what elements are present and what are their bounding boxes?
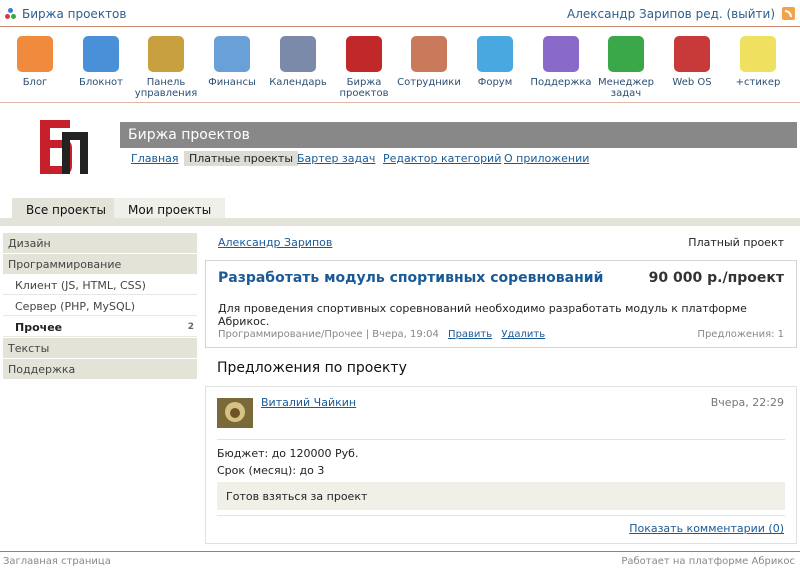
offer-date: Вчера, 22:29 (710, 396, 784, 409)
nav-category-editor[interactable]: Редактор категорий (383, 152, 501, 165)
delete-project-link[interactable]: Удалить (501, 329, 545, 340)
bp-logo-icon (346, 36, 382, 72)
tools-icon (148, 36, 184, 72)
project-title[interactable]: Разработать модуль спортивных соревнован… (218, 270, 603, 286)
app-tools[interactable]: Панель управления (134, 36, 198, 99)
app-label: Панель управления (134, 77, 198, 99)
chart-icon (214, 36, 250, 72)
app-bp-logo[interactable]: Биржа проектов (332, 36, 396, 99)
project-type: Платный проект (688, 236, 784, 249)
category-texts[interactable]: Тексты (3, 338, 197, 358)
offer-user-link[interactable]: Виталий Чайкин (261, 396, 356, 409)
offer-card: Виталий Чайкин Вчера, 22:29 Бюджет: до 1… (205, 386, 797, 544)
help-icon (543, 36, 579, 72)
app-label: Биржа проектов (339, 77, 389, 99)
edit-project-link[interactable]: Править (448, 329, 492, 340)
checklist-icon (608, 36, 644, 72)
sticker-icon (740, 36, 776, 72)
rss-icon[interactable] (782, 7, 795, 20)
app-blogger[interactable]: Блог (3, 36, 67, 88)
project-description: Для проведения спортивных соревнований н… (218, 302, 747, 328)
category-other[interactable]: Прочее 2 (3, 317, 197, 337)
project-author-link[interactable]: Александр Зарипов (218, 236, 332, 249)
app-label: Web OS (672, 77, 712, 88)
avatar[interactable] (217, 398, 253, 428)
people-icon (411, 36, 447, 72)
app-chart[interactable]: Финансы (200, 36, 264, 88)
platform-logo-icon[interactable] (5, 8, 17, 20)
category-count: 2 (187, 322, 194, 332)
app-forum[interactable]: Форум (463, 36, 527, 88)
user-account-link[interactable]: Александр Зарипов ред. (выйти) (567, 7, 775, 21)
notepad-icon (83, 36, 119, 72)
category-support[interactable]: Поддержка (3, 359, 197, 379)
molecule-icon (674, 36, 710, 72)
project-price: 90 000 р./проект (648, 270, 784, 286)
app-notepad[interactable]: Блокнот (69, 36, 133, 88)
category-design[interactable]: Дизайн (3, 233, 197, 253)
category-programming[interactable]: Программирование (3, 254, 197, 274)
app-label: Сотрудники (397, 77, 461, 88)
nav-home[interactable]: Главная (131, 152, 179, 165)
project-card: Разработать модуль спортивных соревнован… (205, 260, 797, 348)
category-label: Поддержка (8, 363, 76, 376)
show-comments-link[interactable]: Показать комментарии (0) (629, 522, 784, 535)
offer-message: Готов взяться за проект (217, 482, 785, 510)
category-label: Сервер (PHP, MySQL) (15, 300, 136, 313)
nav-paid-projects[interactable]: Платные проекты (184, 151, 299, 166)
category-label: Дизайн (8, 237, 51, 250)
category-sidebar: Дизайн Программирование Клиент (JS, HTML… (3, 233, 197, 380)
app-help[interactable]: Поддержка (529, 36, 593, 88)
offers-count: Предложения: 1 (697, 329, 784, 340)
app-label: Поддержка (530, 77, 592, 88)
blogger-icon (17, 36, 53, 72)
forum-icon (477, 36, 513, 72)
module-title-bar: Биржа проектов (120, 122, 797, 148)
divider (217, 515, 785, 516)
footer-platform-link[interactable]: Работает на платформе Абрикос (621, 556, 795, 567)
top-bar: Биржа проектов Александр Зарипов ред. (в… (0, 0, 800, 27)
site-title-link[interactable]: Биржа проектов (22, 7, 126, 21)
category-server[interactable]: Сервер (PHP, MySQL) (3, 296, 197, 316)
calendar-icon (280, 36, 316, 72)
app-label: Блог (22, 77, 48, 88)
app-people[interactable]: Сотрудники (397, 36, 461, 88)
tab-my-projects[interactable]: Мои проекты (114, 198, 226, 220)
app-label: Блокнот (79, 77, 123, 88)
app-label: +стикер (735, 77, 781, 88)
category-label: Клиент (JS, HTML, CSS) (15, 279, 146, 292)
project-meta-text: Программирование/Прочее | Вчера, 19:04 (218, 329, 439, 340)
app-label: Финансы (208, 77, 256, 88)
app-calendar[interactable]: Календарь (266, 36, 330, 88)
app-molecule[interactable]: Web OS (660, 36, 724, 88)
tab-all-projects[interactable]: Все проекты (12, 198, 120, 220)
nav-task-barter[interactable]: Бартер задач (297, 152, 375, 165)
app-label: Календарь (269, 77, 327, 88)
project-author-row: Александр Зарипов Платный проект (218, 236, 784, 252)
project-meta: Программирование/Прочее | Вчера, 19:04 П… (218, 329, 545, 340)
offers-heading: Предложения по проекту (217, 360, 407, 376)
app-launcher: Блог Блокнот Панель управления Финансы Кален… (0, 36, 800, 100)
tab-bar (0, 218, 800, 226)
offer-budget: Бюджет: до 120000 Руб. (217, 447, 359, 460)
category-label: Прочее (15, 321, 63, 334)
footer-divider (0, 551, 800, 552)
module-title: Биржа проектов (128, 127, 250, 143)
app-sticker[interactable]: +стикер (726, 36, 790, 88)
divider (217, 439, 785, 440)
divider (0, 102, 800, 103)
category-client[interactable]: Клиент (JS, HTML, CSS) (3, 275, 197, 295)
app-label: Форум (477, 77, 513, 88)
footer-home-link[interactable]: Заглавная страница (3, 556, 111, 567)
app-checklist[interactable]: Менеджер задач (594, 36, 658, 99)
category-label: Тексты (8, 342, 50, 355)
offer-term: Срок (месяц): до 3 (217, 464, 325, 477)
app-label: Менеджер задач (598, 77, 654, 99)
nav-about[interactable]: О приложении (504, 152, 589, 165)
bp-logo-icon (38, 118, 90, 176)
category-label: Программирование (8, 258, 122, 271)
